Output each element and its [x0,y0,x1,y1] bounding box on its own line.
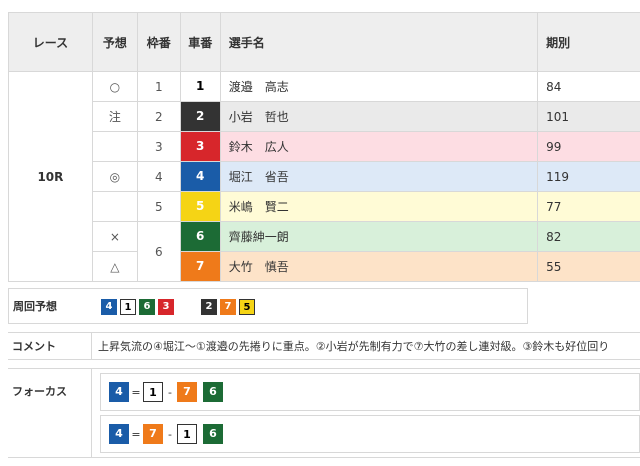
prediction-mark [91,131,138,162]
focus-car-badge: 1 [143,382,163,402]
focus-car-badge: 4 [109,424,129,444]
rider-name[interactable]: 齊藤紳一朗 [219,221,539,252]
rider-name[interactable]: 小岩 哲也 [219,101,539,132]
comment-text: 上昇気流の④堀江～①渡邉の先捲りに重点。②小岩が先制有力で⑦大竹の差し連対級。③… [98,340,610,353]
lap-car-badge: 4 [101,299,117,315]
prediction-mark: ○ [91,71,138,102]
lap-prediction-section: 周回予想 4 1 6 3 2 7 5 [8,288,528,324]
focus-operator: - [168,427,172,441]
lap-car-badge: 5 [239,299,255,315]
waku-number: 5 [136,191,181,222]
focus-car-badge: 7 [177,382,197,402]
lap-car-badge: 6 [139,299,155,315]
focus-operator: = [131,427,141,441]
table-row: 注 2 2 小岩 哲也 101 [8,101,640,132]
comment-label: コメント [12,340,56,353]
rider-name[interactable]: 鈴木 広人 [219,131,539,162]
waku-number: 4 [136,161,181,192]
lap-prediction-label: 周回予想 [13,300,57,313]
car-number-badge: 3 [180,132,220,161]
focus-car-badge: 7 [143,424,163,444]
header-mark: 予想 [91,12,138,72]
lap-car-badge: 7 [220,299,236,315]
table-row: 3 3 鈴木 広人 99 [8,131,640,162]
car-number-badge: 5 [180,192,220,221]
race-number: 10R [8,71,93,282]
car-number-badge: 1 [180,72,220,101]
prediction-mark [91,191,138,222]
focus-car-badge: 1 [177,424,197,444]
race-table: レース 予想 枠番 車番 選手名 期別 10R ○ 1 1 渡邉 高志 84 注… [8,12,640,282]
prediction-mark: ◎ [91,161,138,192]
focus-operator: - [168,385,172,399]
waku-number: 6 [136,221,181,282]
rider-period: 82 [537,221,640,252]
header-name: 選手名 [219,12,539,72]
rider-period: 77 [537,191,640,222]
table-row: × 6 6 齊藤紳一朗 82 [8,221,640,282]
header-race: レース [8,12,93,72]
rider-name[interactable]: 堀江 省吾 [219,161,539,192]
car-number-badge: 4 [180,162,220,191]
waku-number: 3 [136,131,181,162]
header-waku: 枠番 [136,12,181,72]
car-number-badge: 2 [180,102,220,131]
table-row: 10R ○ 1 1 渡邉 高志 84 [8,71,640,282]
focus-car-badge: 6 [203,424,223,444]
waku-number: 1 [136,71,181,102]
rider-name[interactable]: 大竹 慎吾 [219,251,539,282]
lap-order: 4 1 6 3 2 7 5 [101,298,258,316]
prediction-mark: 注 [91,101,138,132]
rider-period: 101 [537,101,640,132]
lap-car-badge: 3 [158,299,174,315]
rider-name[interactable]: 米嶋 賢二 [219,191,539,222]
focus-row: 4 = 1 - 7 6 [100,373,640,411]
prediction-mark: × [91,221,138,252]
rider-period: 55 [537,251,640,282]
rider-period: 99 [537,131,640,162]
rider-name[interactable]: 渡邉 高志 [219,71,539,102]
focus-car-badge: 6 [203,382,223,402]
car-number-badge: 7 [180,252,220,281]
header-period: 期別 [537,12,640,72]
rider-period: 84 [537,71,640,102]
focus-car-badge: 4 [109,382,129,402]
comment-section: コメント 上昇気流の④堀江～①渡邉の先捲りに重点。②小岩が先制有力で⑦大竹の差し… [8,332,640,360]
rider-period: 119 [537,161,640,192]
table-header-row: レース 予想 枠番 車番 選手名 期別 [8,12,640,72]
table-row: ◎ 4 4 堀江 省吾 119 [8,161,640,192]
focus-section: フォーカス 4 = 1 - 7 6 4 = 7 - 1 6 [8,368,640,458]
waku-number: 2 [136,101,181,132]
table-row: △ 7 大竹 慎吾 55 [8,251,640,282]
lap-car-badge: 1 [120,299,136,315]
prediction-mark: △ [91,251,138,282]
table-row: 5 5 米嶋 賢二 77 [8,191,640,222]
lap-car-badge: 2 [201,299,217,315]
focus-operator: = [131,385,141,399]
focus-label: フォーカス [12,385,67,398]
header-car: 車番 [179,12,221,72]
focus-row: 4 = 7 - 1 6 [100,415,640,453]
car-number-badge: 6 [180,222,220,251]
